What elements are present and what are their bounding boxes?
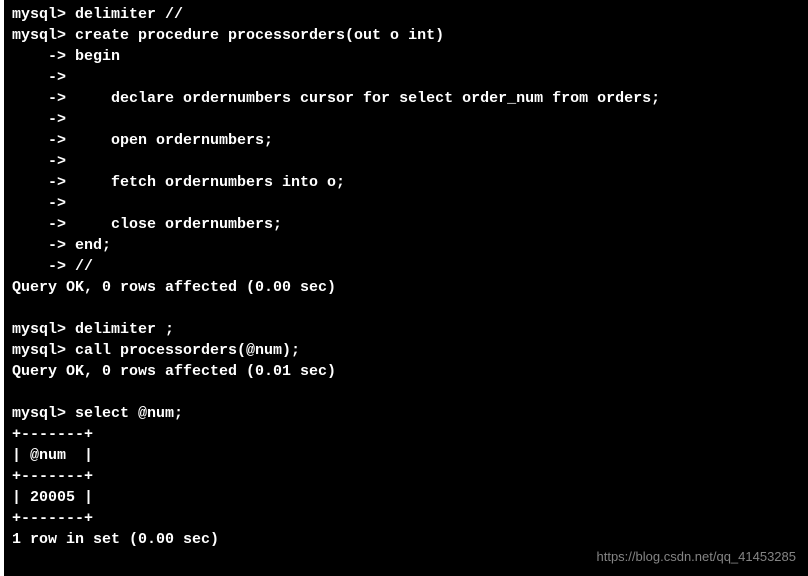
- terminal-line: -> begin: [12, 46, 800, 67]
- watermark-text: https://blog.csdn.net/qq_41453285: [597, 548, 797, 566]
- terminal-line: | 20005 |: [12, 487, 800, 508]
- terminal-line: [12, 382, 800, 403]
- terminal-line: +-------+: [12, 508, 800, 529]
- terminal-line: +-------+: [12, 466, 800, 487]
- terminal-line: ->: [12, 109, 800, 130]
- terminal-line: ->: [12, 151, 800, 172]
- terminal-line: -> declare ordernumbers cursor for selec…: [12, 88, 800, 109]
- terminal-line: -> fetch ordernumbers into o;: [12, 172, 800, 193]
- terminal-line: Query OK, 0 rows affected (0.00 sec): [12, 277, 800, 298]
- terminal-line: mysql> call processorders(@num);: [12, 340, 800, 361]
- terminal-line: mysql> delimiter ;: [12, 319, 800, 340]
- terminal-line: -> end;: [12, 235, 800, 256]
- terminal-line: Query OK, 0 rows affected (0.01 sec): [12, 361, 800, 382]
- terminal-line: -> close ordernumbers;: [12, 214, 800, 235]
- terminal-line: [12, 298, 800, 319]
- terminal-line: ->: [12, 67, 800, 88]
- terminal-line: -> //: [12, 256, 800, 277]
- terminal-line: | @num |: [12, 445, 800, 466]
- terminal-line: mysql> create procedure processorders(ou…: [12, 25, 800, 46]
- terminal-output[interactable]: mysql> delimiter //mysql> create procedu…: [12, 4, 800, 550]
- terminal-line: +-------+: [12, 424, 800, 445]
- terminal-line: mysql> delimiter //: [12, 4, 800, 25]
- terminal-line: mysql> select @num;: [12, 403, 800, 424]
- terminal-line: ->: [12, 193, 800, 214]
- terminal-line: -> open ordernumbers;: [12, 130, 800, 151]
